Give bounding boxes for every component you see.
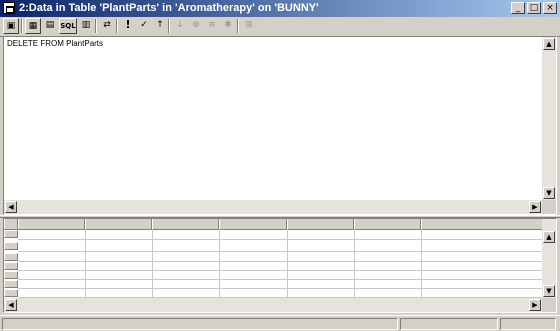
grid-vertical-scrollbar[interactable]: ▲ ▼: [542, 219, 556, 298]
group-by-button[interactable]: ≡: [204, 18, 220, 34]
show-diagram-pane-button[interactable]: ▦: [25, 18, 41, 34]
row-selector[interactable]: [4, 253, 18, 261]
scrollbar-corner: [542, 298, 556, 312]
column-header[interactable]: [354, 219, 421, 229]
close-button[interactable]: ×: [543, 2, 557, 14]
toolbar-separator: [95, 19, 97, 33]
column-header[interactable]: [152, 219, 219, 229]
group-by-icon: ≡: [208, 20, 216, 30]
grid-row-line: [18, 279, 544, 280]
grid-corner-cell[interactable]: [4, 219, 18, 229]
grid-column-line: [287, 229, 288, 301]
arrow-right-icon: ▶: [532, 301, 538, 309]
toolbar-separator: [116, 19, 118, 33]
new-row-icon: ✱: [224, 20, 232, 30]
row-selector[interactable]: [4, 242, 18, 250]
minimize-button[interactable]: _: [511, 2, 525, 14]
toolbar-separator: [237, 19, 239, 33]
scroll-down-button[interactable]: ▼: [543, 285, 555, 297]
grid-row-line: [18, 261, 544, 262]
sql-statement[interactable]: DELETE FROM PlantParts: [7, 39, 103, 48]
column-header[interactable]: [18, 219, 85, 229]
scroll-left-button[interactable]: ◀: [5, 299, 17, 311]
query-toolbar: ▣ ▦ ▤ SQL ▥ ⇄ ! ✓ ↑ ↓ ⊗ ≡ ✱ ⊞: [0, 18, 560, 37]
row-selector[interactable]: [4, 271, 18, 279]
title-bar[interactable]: 2:Data in Table 'PlantParts' in 'Aromath…: [0, 0, 560, 17]
remove-filter-icon: ⊗: [192, 20, 200, 30]
maximize-button[interactable]: □: [527, 2, 541, 14]
sort-ascending-icon: ↑: [156, 20, 164, 30]
arrow-left-icon: ◀: [8, 301, 14, 309]
grid-horizontal-scrollbar[interactable]: ◀ ▶: [4, 298, 542, 312]
run-icon: !: [125, 18, 131, 31]
window-title: 2:Data in Table 'PlantParts' in 'Aromath…: [19, 2, 319, 14]
grid-row-line: [18, 251, 544, 252]
column-header[interactable]: [287, 219, 354, 229]
scroll-up-button[interactable]: ▲: [543, 231, 555, 243]
query-window: 2:Data in Table 'PlantParts' in 'Aromath…: [0, 0, 560, 331]
new-row-button[interactable]: ✱: [220, 18, 236, 34]
add-table-icon: ⊞: [245, 20, 253, 30]
arrow-down-icon: ▼: [546, 189, 552, 197]
row-selector[interactable]: [4, 262, 18, 270]
caption-buttons: _ □ ×: [511, 2, 557, 14]
show-sql-pane-button[interactable]: SQL: [59, 18, 77, 34]
app-icon[interactable]: [3, 2, 15, 14]
sql-vertical-scrollbar[interactable]: ▲ ▼: [542, 37, 556, 200]
sort-ascending-button[interactable]: ↑: [152, 18, 168, 34]
row-selector[interactable]: [4, 289, 18, 297]
grid-column-line: [85, 229, 86, 301]
scroll-up-button[interactable]: ▲: [543, 38, 555, 50]
row-selector[interactable]: [4, 230, 18, 238]
scroll-left-button[interactable]: ◀: [5, 201, 17, 213]
scroll-right-button[interactable]: ▶: [529, 201, 541, 213]
toolbar-separator: [168, 19, 170, 33]
show-grid-pane-button[interactable]: ▤: [42, 18, 58, 34]
grid-column-line: [152, 229, 153, 301]
arrow-up-icon: ▲: [546, 233, 552, 241]
arrow-left-icon: ◀: [8, 203, 14, 211]
arrow-down-icon: ▼: [546, 287, 552, 295]
grid-column-line: [421, 229, 422, 301]
sql-horizontal-scrollbar[interactable]: ◀ ▶: [4, 200, 542, 214]
sort-descending-icon: ↓: [176, 20, 184, 30]
results-pane-icon: ▥: [81, 20, 91, 30]
properties-icon: ▣: [6, 21, 16, 31]
status-panel-extra: [500, 318, 556, 330]
scroll-down-button[interactable]: ▼: [543, 187, 555, 199]
remove-filter-button[interactable]: ⊗: [188, 18, 204, 34]
verify-sql-button[interactable]: ✓: [136, 18, 152, 34]
arrow-right-icon: ▶: [532, 203, 538, 211]
column-header[interactable]: [421, 219, 544, 229]
arrow-up-icon: ▲: [546, 40, 552, 48]
properties-button[interactable]: ▣: [3, 18, 19, 34]
change-query-type-icon: ⇄: [103, 20, 111, 30]
scroll-right-button[interactable]: ▶: [529, 299, 541, 311]
grid-row-line: [18, 288, 544, 289]
sort-descending-button[interactable]: ↓: [172, 18, 188, 34]
show-results-pane-button[interactable]: ▥: [78, 18, 94, 34]
grid-row-line: [18, 270, 544, 271]
sql-pane-icon: SQL: [60, 22, 76, 30]
run-button[interactable]: !: [120, 18, 136, 34]
grid-row-line: [18, 239, 544, 240]
diagram-pane-icon: ▦: [28, 21, 38, 31]
verify-sql-icon: ✓: [140, 20, 148, 30]
column-header[interactable]: [85, 219, 152, 229]
status-bar: [0, 315, 560, 331]
toolbar-separator: [21, 19, 23, 33]
change-query-type-button[interactable]: ⇄: [99, 18, 115, 34]
grid-pane-icon: ▤: [45, 20, 55, 30]
status-panel-rows: [400, 318, 498, 330]
results-grid[interactable]: ▲ ▼ ◀ ▶: [3, 218, 557, 313]
grid-column-line: [219, 229, 220, 301]
add-table-button[interactable]: ⊞: [241, 18, 257, 34]
row-selector[interactable]: [4, 280, 18, 288]
column-header[interactable]: [219, 219, 287, 229]
grid-column-line: [354, 229, 355, 301]
status-panel-main: [2, 318, 398, 330]
scrollbar-corner: [542, 200, 556, 214]
sql-pane[interactable]: DELETE FROM PlantParts ▲ ▼ ◀ ▶: [3, 36, 557, 215]
